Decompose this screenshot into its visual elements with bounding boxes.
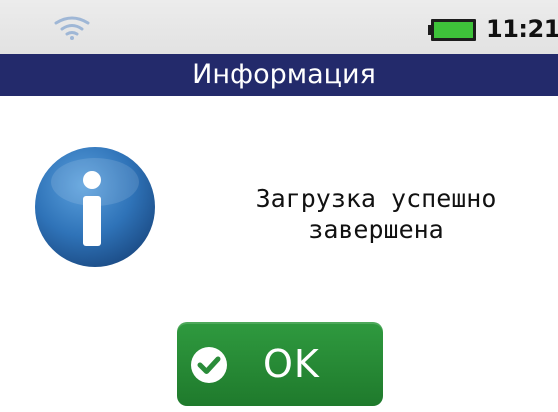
- check-icon: [191, 347, 227, 383]
- ok-button[interactable]: OK: [177, 322, 383, 406]
- clock: 11:21: [486, 15, 558, 43]
- message-line-2: завершена: [308, 215, 444, 244]
- battery-icon: [428, 19, 476, 41]
- wifi-icon: [54, 16, 90, 40]
- status-bar: 11:21: [0, 0, 558, 54]
- ok-button-label: OK: [263, 342, 320, 386]
- message-line-1: Загрузка успешно: [255, 184, 497, 213]
- info-icon: [35, 147, 155, 267]
- dialog-title: Информация: [192, 59, 376, 90]
- device-screen: 11:21 Информация Загрузка успешно заверш…: [0, 0, 558, 412]
- dialog-title-bar: Информация: [0, 54, 558, 96]
- dialog-message: Загрузка успешно завершена: [210, 183, 542, 245]
